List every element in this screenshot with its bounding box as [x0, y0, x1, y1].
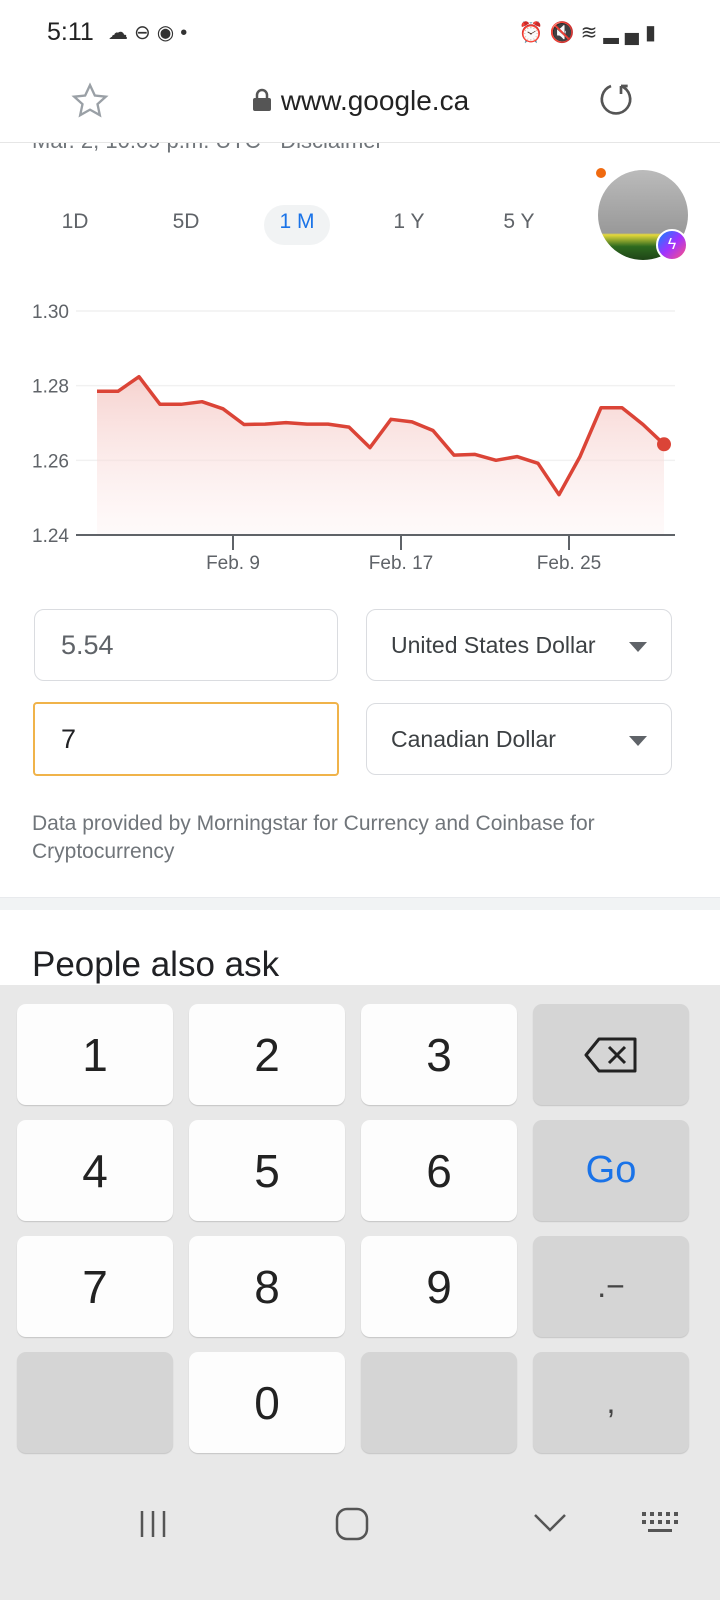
tab-1y[interactable]: 1 Y	[376, 205, 442, 245]
key-6[interactable]: 6	[361, 1120, 517, 1221]
from-amount-input[interactable]: 5.54	[34, 609, 338, 681]
back-icon[interactable]	[532, 1510, 568, 1534]
to-currency-value: Canadian Dollar	[391, 725, 556, 752]
key-9[interactable]: 9	[361, 1236, 517, 1337]
dot-icon: •	[180, 22, 194, 44]
section-divider	[0, 897, 720, 910]
blank-key[interactable]	[361, 1352, 517, 1453]
exchange-rate-chart: 1.30 1.28 1.26 1.24 Feb. 9 Feb. 17 Feb. 25	[32, 302, 675, 574]
from-amount-value: 5.54	[61, 629, 114, 660]
decimal-minus-key[interactable]: .−	[533, 1236, 689, 1337]
dropdown-arrow-icon	[629, 736, 647, 746]
y-tick-label: 1.26	[32, 451, 69, 472]
navigation-bar	[0, 1470, 720, 1600]
battery-icon: ▮	[644, 22, 662, 44]
lock-icon	[252, 88, 271, 111]
wifi-icon: ≋	[580, 22, 604, 44]
tab-1m[interactable]: 1 M	[264, 205, 330, 245]
reload-icon[interactable]	[596, 79, 636, 119]
home-icon[interactable]	[334, 1506, 370, 1542]
key-1[interactable]: 1	[17, 1004, 173, 1105]
y-tick-label: 1.30	[32, 302, 69, 323]
app-icon: ⊖	[134, 22, 157, 44]
x-tick-label: Feb. 17	[369, 553, 433, 574]
x-tick-label: Feb. 9	[206, 553, 260, 574]
people-also-ask-heading: People also ask	[32, 945, 280, 984]
blank-key[interactable]	[17, 1352, 173, 1453]
key-5[interactable]: 5	[189, 1120, 345, 1221]
key-0[interactable]: 0	[189, 1352, 345, 1453]
recent-apps-icon[interactable]	[136, 1508, 170, 1540]
y-tick-label: 1.28	[32, 377, 69, 398]
to-amount-value: 7	[61, 723, 77, 754]
tab-5y[interactable]: 5 Y	[486, 205, 552, 245]
key-8[interactable]: 8	[189, 1236, 345, 1337]
current-value-marker	[657, 437, 671, 452]
mute-icon: 🔇	[549, 22, 581, 44]
dropdown-arrow-icon	[629, 642, 647, 652]
messenger-icon: ϟ	[656, 229, 688, 261]
notification-dot	[596, 168, 606, 178]
backspace-key[interactable]	[533, 1004, 689, 1105]
y-tick-label: 1.24	[32, 526, 69, 547]
status-time: 5:11	[47, 18, 94, 46]
from-currency-value: United States Dollar	[391, 631, 596, 658]
messenger-icon: ◉	[156, 22, 181, 44]
keyboard-icon[interactable]	[640, 1510, 680, 1536]
to-currency-select[interactable]: Canadian Dollar	[366, 703, 672, 775]
tab-5d[interactable]: 5D	[153, 205, 219, 245]
key-7[interactable]: 7	[17, 1236, 173, 1337]
numeric-keyboard: 1 2 3 4 5 6 Go 7 8 9 .− 0,	[0, 985, 720, 1470]
status-bar: 5:11 ☁⊖◉• ⏰🔇≋▂▄▮	[0, 0, 720, 65]
system-icons: ⏰🔇≋▂▄▮	[519, 20, 662, 45]
browser-toolbar: www.google.ca	[0, 65, 720, 143]
from-currency-select[interactable]: United States Dollar	[366, 609, 672, 681]
weather-icon: ☁	[108, 22, 134, 44]
comma-key[interactable]: ,	[533, 1352, 689, 1453]
backspace-icon	[584, 1037, 637, 1072]
data-source-note: Data provided by Morningstar for Currenc…	[32, 812, 595, 863]
key-2[interactable]: 2	[189, 1004, 345, 1105]
key-4[interactable]: 4	[17, 1120, 173, 1221]
key-3[interactable]: 3	[361, 1004, 517, 1105]
tab-1d[interactable]: 1D	[42, 205, 108, 245]
go-key[interactable]: Go	[533, 1120, 689, 1221]
alarm-icon: ⏰	[518, 22, 550, 44]
to-amount-input[interactable]: 7	[33, 702, 339, 776]
notification-icons: ☁⊖◉•	[108, 20, 193, 45]
url-text: www.google.ca	[280, 85, 470, 116]
x-tick-label: Feb. 25	[537, 553, 601, 574]
signal-icon: ▂▄	[603, 22, 645, 44]
